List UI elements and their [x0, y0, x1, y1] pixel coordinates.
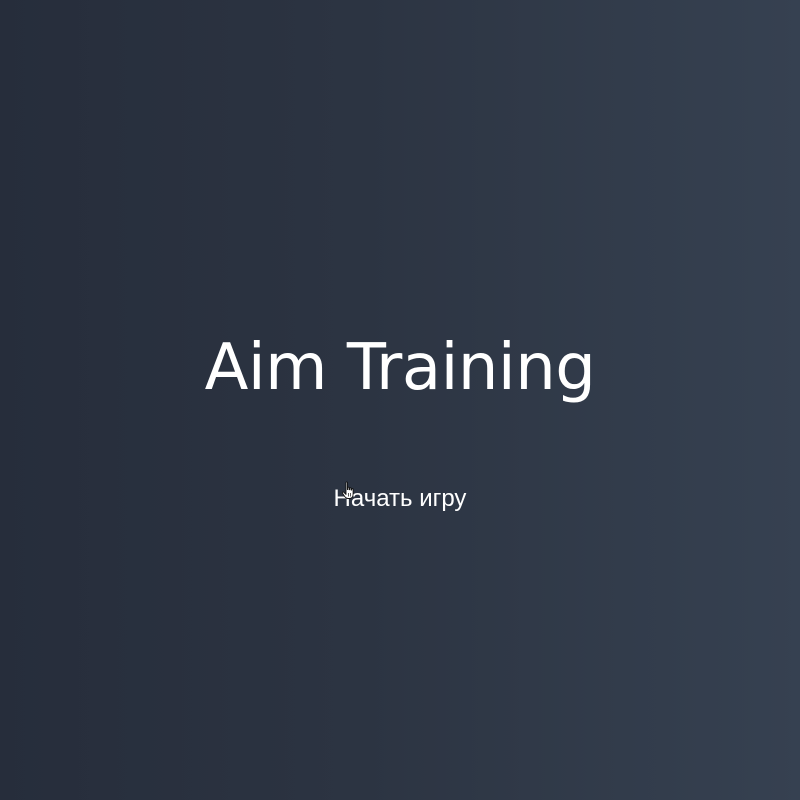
start-link-container: Начать игру — [0, 482, 800, 518]
hand-pointer-icon — [341, 481, 354, 499]
game-title: Aim Training — [204, 331, 596, 405]
start-screen: Aim Training Начать игру — [0, 0, 800, 800]
